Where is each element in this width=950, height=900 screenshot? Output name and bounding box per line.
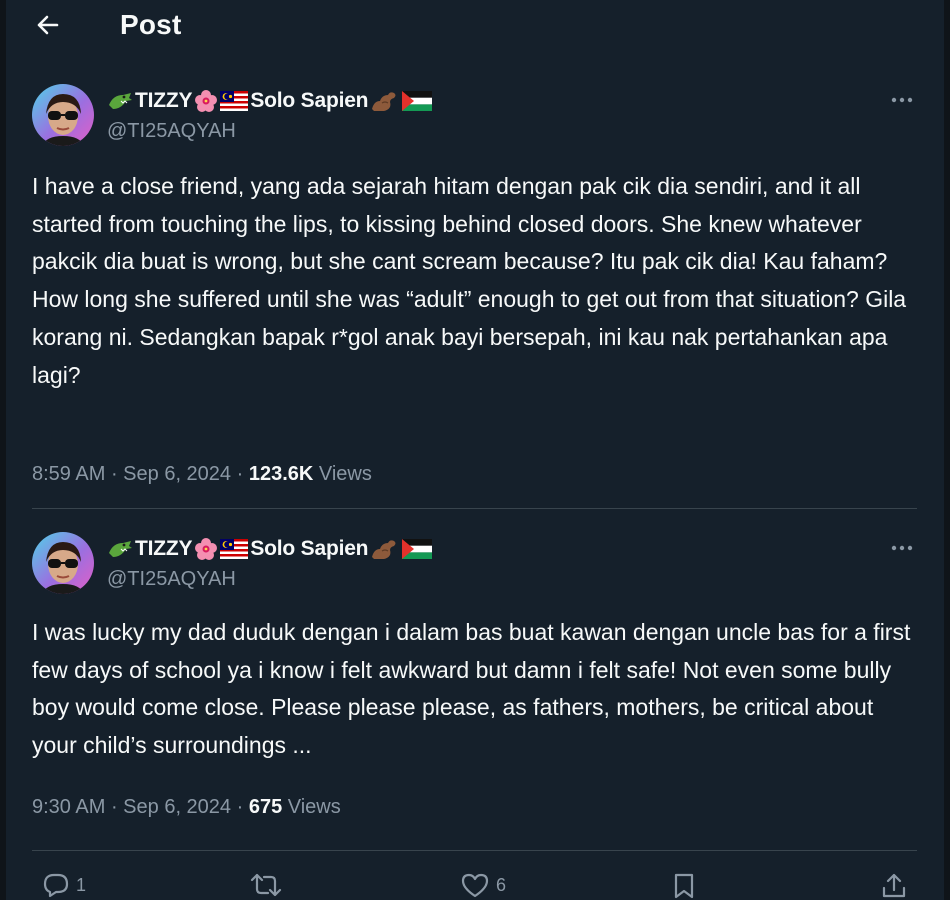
like-count: 6 xyxy=(496,874,507,895)
more-options-button[interactable] xyxy=(888,92,916,108)
author-display-name: TIZZY xyxy=(135,537,193,560)
page-header: Post xyxy=(0,0,950,55)
actions-divider xyxy=(32,850,917,851)
share-button[interactable] xyxy=(880,872,908,900)
post-time[interactable]: 9:30 AM xyxy=(32,796,105,818)
post-date[interactable]: Sep 6, 2024 xyxy=(123,463,231,485)
action-bar: 1 6 xyxy=(0,866,950,900)
views-label: Views xyxy=(313,463,372,485)
post-meta: 8:59 AM · Sep 6, 2024 · 123.6K Views xyxy=(32,463,372,486)
meta-separator: · xyxy=(231,796,249,818)
repost-button[interactable] xyxy=(248,872,290,898)
bookmark-button[interactable] xyxy=(672,872,696,900)
author-display-name-suffix: Solo Sapien xyxy=(250,89,369,112)
author-name[interactable]: TIZZY Solo Sapien xyxy=(107,88,433,114)
page-title: Post xyxy=(120,9,182,40)
views-label: Views xyxy=(282,796,341,818)
post-date[interactable]: Sep 6, 2024 xyxy=(123,796,231,818)
author-display-name-suffix: Solo Sapien xyxy=(250,537,369,560)
reply-icon xyxy=(43,873,69,898)
post-time[interactable]: 8:59 AM xyxy=(32,463,105,485)
views-count: 123.6K xyxy=(248,463,314,485)
more-dots-icon xyxy=(891,97,913,103)
like-icon xyxy=(461,873,489,898)
post-text: I was lucky my dad duduk dengan i dalam … xyxy=(32,619,911,759)
share-icon xyxy=(882,873,906,898)
repost-icon xyxy=(250,873,282,897)
arrow-left-icon xyxy=(37,15,59,35)
reply-count: 1 xyxy=(76,874,87,895)
avatar[interactable] xyxy=(32,84,94,146)
window-edge-left xyxy=(0,0,6,900)
hibiscus-emoji xyxy=(195,90,218,112)
meta-separator: · xyxy=(105,463,124,485)
avatar[interactable] xyxy=(32,532,94,594)
author-handle[interactable]: @TI25AQYAH xyxy=(107,120,236,143)
malaysia-flag-emoji xyxy=(220,91,249,111)
malaysia-flag-emoji xyxy=(220,539,249,559)
window-edge-right xyxy=(944,0,950,900)
bookmark-icon xyxy=(674,873,694,899)
post-text: I have a close friend, yang ada sejarah … xyxy=(32,173,907,388)
more-options-button[interactable] xyxy=(888,540,916,556)
author-name[interactable]: TIZZY Solo Sapien xyxy=(107,536,433,562)
post-meta: 9:30 AM · Sep 6, 2024 · 675 Views xyxy=(32,796,341,819)
views-count: 675 xyxy=(248,796,283,818)
palestine-flag-emoji xyxy=(402,91,433,111)
hibiscus-emoji xyxy=(195,538,218,560)
more-dots-icon xyxy=(891,545,913,551)
crocodile-emoji xyxy=(109,541,132,557)
meta-separator: · xyxy=(231,463,249,485)
flexed-biceps-emoji xyxy=(372,92,396,111)
crocodile-emoji xyxy=(109,93,132,109)
palestine-flag-emoji xyxy=(402,539,433,559)
avatar-image xyxy=(32,532,94,594)
flexed-biceps-emoji xyxy=(372,540,396,559)
reply-button[interactable]: 1 xyxy=(42,872,86,898)
post-divider xyxy=(32,508,917,509)
avatar-image xyxy=(32,84,94,146)
like-button[interactable]: 6 xyxy=(460,872,506,898)
author-display-name: TIZZY xyxy=(135,89,193,112)
author-handle[interactable]: @TI25AQYAH xyxy=(107,568,236,591)
back-button[interactable] xyxy=(30,10,66,40)
meta-separator: · xyxy=(105,796,124,818)
